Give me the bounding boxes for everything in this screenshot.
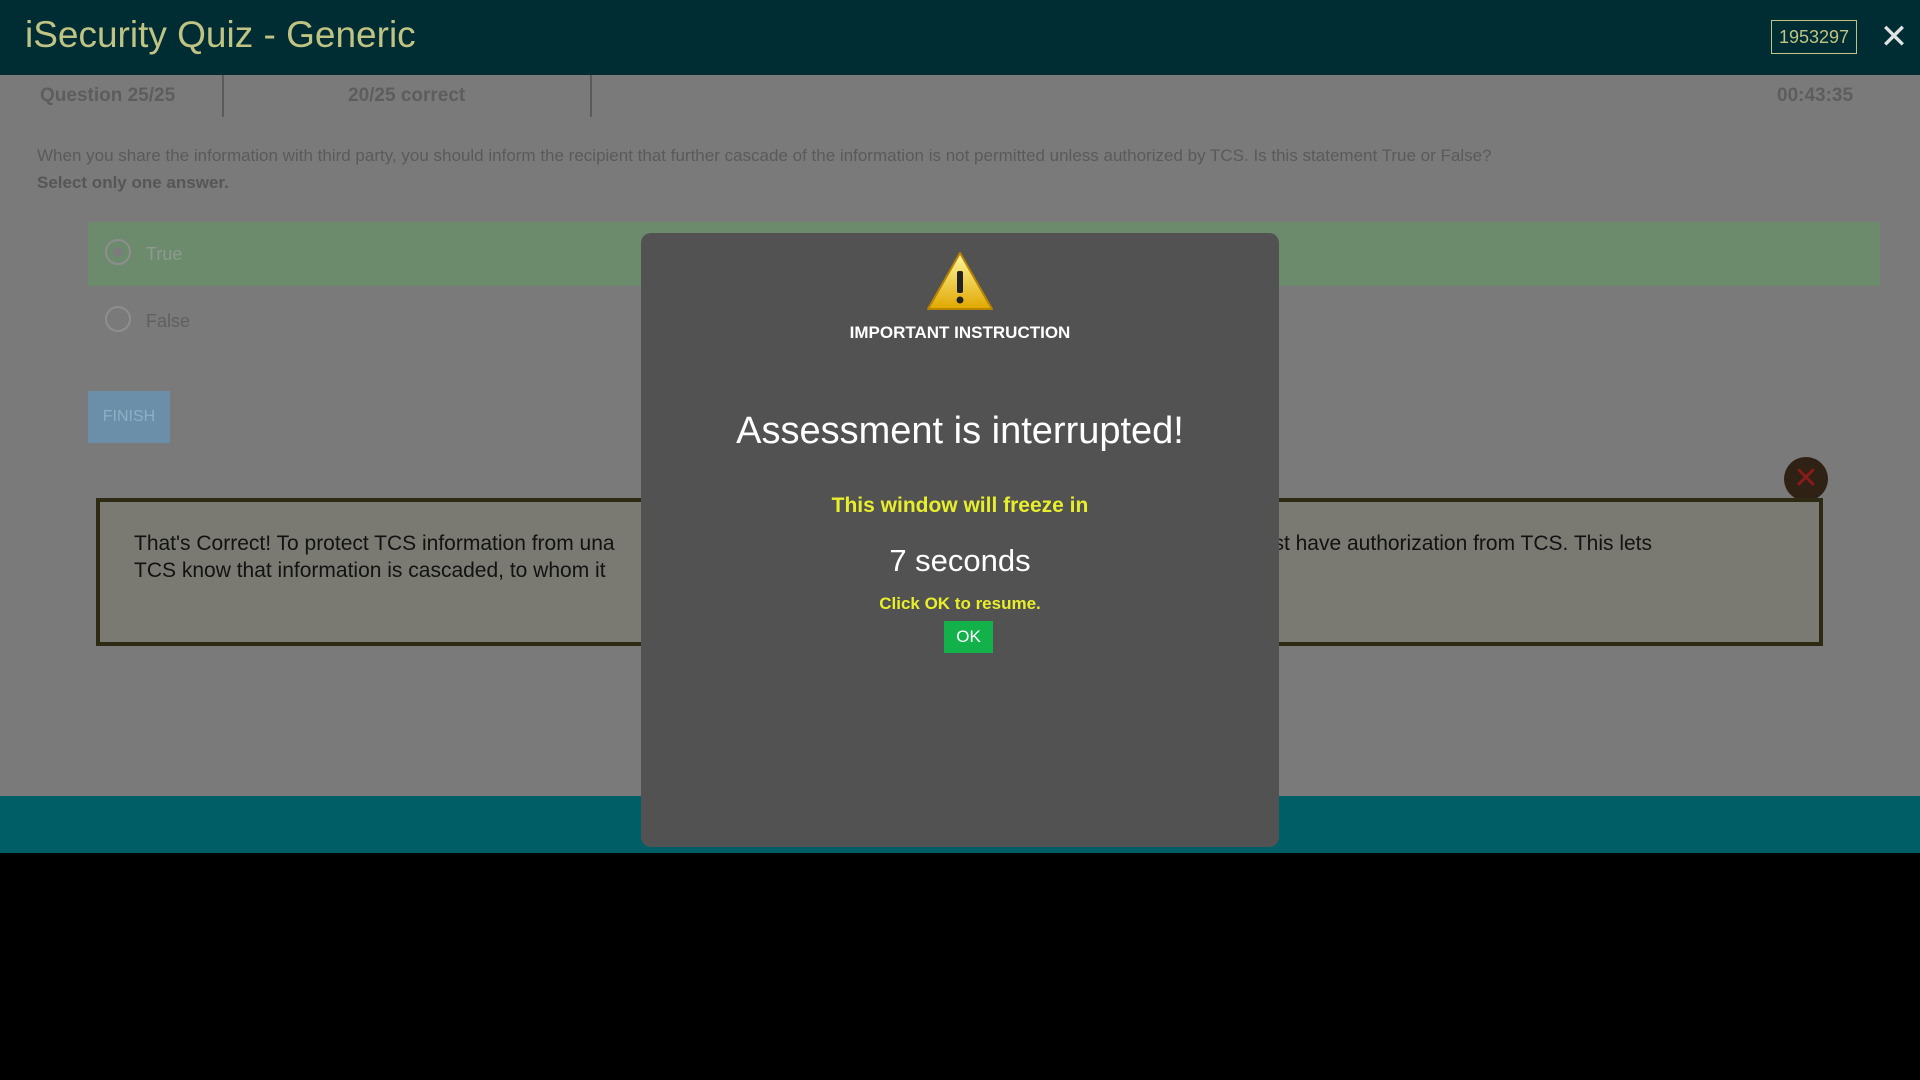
countdown-seconds: 7 seconds — [889, 543, 1031, 578]
app-title: iSecurity Quiz - Generic — [25, 14, 416, 55]
option-label: True — [146, 244, 183, 264]
radio-button[interactable] — [105, 306, 131, 332]
close-circle-icon[interactable]: ✕ — [1784, 457, 1828, 501]
timer-display: 00:43:35 — [1777, 85, 1854, 106]
answer-instruction: Select only one answer. — [37, 173, 229, 192]
status-divider — [590, 75, 592, 117]
feedback-line2-left: TCS know that information is cascaded, t… — [134, 559, 606, 582]
feedback-line1-right: must have authorization from TCS. This l… — [1244, 532, 1653, 555]
status-bar: Question 25/25 20/25 correct 00:43:35 — [0, 75, 1920, 119]
score-display: 20/25 correct — [348, 85, 466, 106]
question-counter: Question 25/25 — [40, 85, 176, 106]
option-label: False — [146, 311, 191, 331]
warning-icon — [927, 252, 993, 310]
feedback-line1-left: That's Correct! To protect TCS informati… — [134, 532, 615, 555]
close-icon[interactable]: ✕ — [1878, 20, 1910, 54]
ok-button[interactable]: OK — [944, 621, 993, 653]
freeze-warning: This window will freeze in — [831, 494, 1089, 517]
interruption-modal: IMPORTANT INSTRUCTION Assessment is inte… — [641, 233, 1279, 847]
radio-button[interactable] — [105, 239, 131, 265]
modal-title: Assessment is interrupted! — [736, 410, 1184, 452]
finish-button[interactable]: FINISH — [88, 391, 170, 443]
modal-heading: IMPORTANT INSTRUCTION — [849, 323, 1071, 342]
resume-instruction: Click OK to resume. — [879, 594, 1041, 613]
question-text: When you share the information with thir… — [37, 146, 1492, 165]
user-id-badge: 1953297 — [1771, 20, 1857, 54]
status-divider — [222, 75, 224, 117]
app-header: iSecurity Quiz - Generic 1953297 ✕ — [0, 0, 1920, 75]
